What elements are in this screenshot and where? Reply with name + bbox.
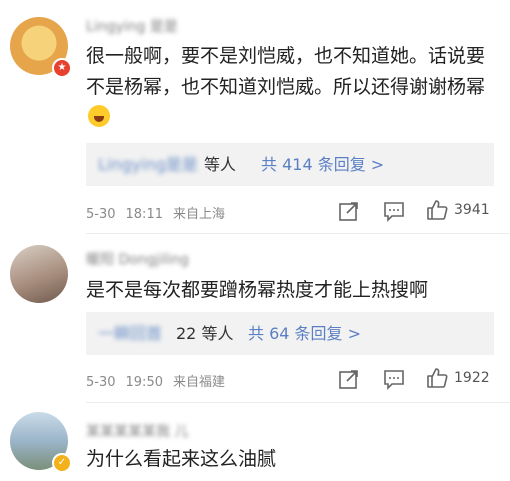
comment-meta: 5-30 18:11 来自上海 [86, 203, 235, 222]
thumbs-up-icon[interactable] [426, 199, 448, 221]
reply-user: 一瞬回首 [98, 324, 163, 343]
comment-icon[interactable] [383, 368, 405, 390]
reply-others: 等人 [204, 155, 237, 174]
reply-summary[interactable]: 一瞬回首 22 等人 共 64 条回复 > [86, 312, 494, 355]
share-icon[interactable] [338, 368, 360, 390]
divider [86, 402, 510, 403]
comment-location: 来自福建 [172, 375, 225, 390]
comment-date: 5-30 [86, 207, 116, 222]
comment-username[interactable]: 某某某某某我 儿 [86, 421, 188, 441]
comment-text: 是不是每次都要蹭杨幂热度才能上热搜啊 [86, 279, 429, 301]
avatar[interactable] [10, 245, 68, 303]
reply-user: Lingying是是 [98, 155, 198, 174]
share-icon[interactable] [338, 200, 360, 222]
comment-time: 19:50 [125, 375, 163, 390]
reply-count-link[interactable]: 共 414 条回复 > [261, 143, 384, 186]
reply-others: 22 等人 [176, 324, 234, 343]
comment-time: 18:11 [125, 207, 163, 222]
comment-text: 为什么看起来这么油腻 [86, 448, 277, 470]
like-count: 3941 [454, 202, 490, 218]
comment-date: 5-30 [86, 375, 116, 390]
comment-icon[interactable] [383, 200, 405, 222]
thumbs-up-icon[interactable] [426, 367, 448, 389]
comment-username[interactable]: 暖阳 Dongjiling [86, 249, 189, 269]
comment-text: 很一般啊，要不是刘恺威，也不知道她。话说要不是杨幂，也不知道刘恺威。所以还得谢谢… [86, 41, 486, 134]
laughing-emoji-icon [88, 105, 110, 127]
comment-location: 来自上海 [172, 207, 225, 222]
divider [86, 233, 510, 234]
comment-body: 很一般啊，要不是刘恺威，也不知道她。话说要不是杨幂，也不知道刘恺威。所以还得谢谢… [86, 45, 486, 98]
reply-count-link[interactable]: 共 64 条回复 > [248, 312, 361, 355]
comment-meta: 5-30 19:50 来自福建 [86, 371, 235, 390]
reply-summary[interactable]: Lingying是是 等人 共 414 条回复 > [86, 143, 494, 186]
verified-badge-icon: ✓ [52, 453, 72, 473]
verified-badge-icon: ★ [52, 58, 72, 78]
comment-username[interactable]: Lingying 是是 [86, 16, 178, 36]
like-count: 1922 [454, 370, 490, 386]
